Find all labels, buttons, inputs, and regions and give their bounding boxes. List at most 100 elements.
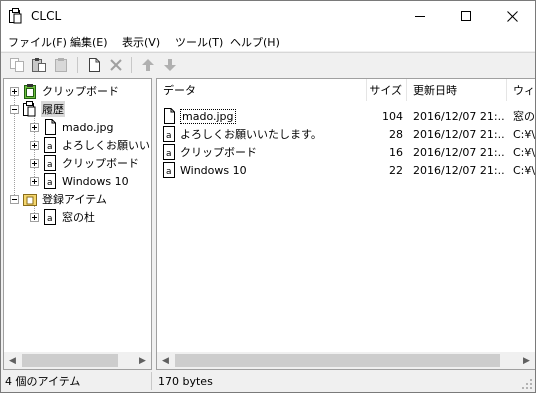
list-cell-window: C:¥\	[513, 145, 535, 159]
tree-node-history-item[interactable]: mado.jpg	[30, 118, 115, 136]
svg-text:a: a	[47, 178, 53, 188]
list-cell-date: 2016/12/07 21:...	[413, 163, 505, 177]
list-cell-size: 28	[389, 127, 403, 141]
minimize-button[interactable]	[397, 1, 443, 31]
text-file-icon: a	[163, 162, 175, 178]
move-down-button[interactable]	[161, 56, 179, 74]
status-bar: 4 個のアイテム 170 bytes	[1, 370, 535, 392]
maximize-button[interactable]	[443, 1, 489, 31]
tree-label-history: 履歴	[41, 101, 65, 117]
paste-button[interactable]	[30, 56, 48, 74]
menu-file[interactable]: ファイル(F)	[8, 34, 67, 50]
clipboard-icon	[24, 84, 36, 99]
list-horizontal-scrollbar[interactable]: ◀ ▶	[157, 352, 535, 369]
copy-button[interactable]	[8, 56, 26, 74]
tree-label-registered: 登録アイテム	[42, 193, 107, 206]
app-window: CLCL ファイル(F) 編集(E) 表示(V) ツール(T) ヘルプ(H) ク…	[0, 0, 536, 393]
tree-node-clipboard[interactable]: クリップボード	[10, 82, 120, 100]
toolbar-separator	[77, 57, 78, 73]
list-row[interactable]: mado.jpg 104 2016/12/07 21:... 窓の	[157, 107, 535, 125]
list-cell-name: Windows 10	[180, 163, 247, 177]
menu-help[interactable]: ヘルプ(H)	[230, 34, 280, 50]
expand-icon[interactable]	[30, 140, 39, 150]
list-cell-window: 窓の	[513, 110, 535, 123]
clipboard-icon	[55, 58, 67, 72]
scroll-left-icon[interactable]: ◀	[4, 352, 21, 369]
column-header-data[interactable]: データ	[157, 79, 367, 101]
move-up-button[interactable]	[139, 56, 157, 74]
tree-label-clipboard: クリップボード	[42, 85, 119, 98]
history-icon	[23, 101, 36, 117]
menu-view[interactable]: 表示(V)	[122, 34, 160, 50]
column-header-window[interactable]: ウィン	[507, 79, 535, 101]
new-button[interactable]	[85, 56, 103, 74]
text-file-icon: a	[163, 144, 175, 160]
tree-node-registered[interactable]: 登録アイテム	[10, 190, 108, 208]
expand-icon[interactable]	[30, 122, 39, 132]
paste-icon	[32, 58, 46, 72]
list-cell-date: 2016/12/07 21:...	[413, 109, 505, 123]
delete-button[interactable]	[107, 56, 125, 74]
tree-node-registered-item[interactable]: a 窓の杜	[30, 208, 96, 226]
resize-grip-icon[interactable]	[521, 378, 533, 390]
tree-horizontal-scrollbar[interactable]: ◀ ▶	[4, 352, 151, 369]
expand-icon[interactable]	[10, 86, 19, 96]
tree-node-history-item[interactable]: a クリップボード	[30, 154, 140, 172]
status-item-count: 4 個のアイテム	[5, 375, 81, 388]
close-button[interactable]	[489, 1, 535, 31]
svg-text:a: a	[47, 214, 53, 224]
collapse-icon[interactable]	[10, 104, 19, 114]
scrollbar-thumb[interactable]	[175, 354, 500, 367]
file-icon	[164, 108, 175, 124]
scroll-right-icon[interactable]: ▶	[518, 352, 535, 369]
up-arrow-icon	[142, 59, 154, 71]
list-cell-name: mado.jpg	[180, 108, 236, 124]
list-row[interactable]: a Windows 10 22 2016/12/07 21:... C:¥\	[157, 161, 535, 179]
tree-node-history-item[interactable]: a よろしくお願いいた	[30, 136, 152, 154]
collapse-icon[interactable]	[10, 194, 19, 204]
expand-icon[interactable]	[30, 158, 39, 168]
status-total-size: 170 bytes	[158, 374, 213, 388]
menu-tools[interactable]: ツール(T)	[175, 34, 223, 50]
text-file-icon: a	[44, 209, 56, 225]
list-cell-size: 104	[382, 109, 403, 123]
list-cell-name: よろしくお願いいたします。	[180, 128, 322, 141]
folder-tree[interactable]: クリップボード 履歴 mado.jpg a よろしくお願いいた a クリップボー…	[3, 78, 152, 370]
svg-text:a: a	[47, 142, 53, 152]
new-icon	[89, 58, 100, 72]
list-cell-size: 22	[389, 163, 403, 177]
scrollbar-thumb[interactable]	[22, 354, 118, 367]
expand-icon[interactable]	[30, 176, 39, 186]
text-file-icon: a	[44, 173, 56, 189]
expand-icon[interactable]	[30, 212, 39, 222]
tree-label-registered-item: 窓の杜	[62, 211, 95, 224]
toolbar-separator	[131, 57, 132, 73]
item-list[interactable]: データ サイズ 更新日時 ウィン mado.jpg 104 2016/12/07…	[156, 78, 535, 370]
folder-icon	[23, 194, 37, 206]
tree-label-history-item: よろしくお願いいた	[62, 139, 152, 152]
status-separator	[151, 372, 152, 390]
column-header-date[interactable]: 更新日時	[407, 79, 507, 101]
list-cell-name: クリップボード	[180, 146, 257, 159]
list-row[interactable]: a クリップボード 16 2016/12/07 21:... C:¥\	[157, 143, 535, 161]
scroll-right-icon[interactable]: ▶	[134, 352, 151, 369]
copy-icon	[10, 58, 24, 72]
svg-text:a: a	[166, 149, 172, 159]
tree-node-history-item[interactable]: a Windows 10	[30, 172, 130, 190]
menu-edit[interactable]: 編集(E)	[70, 34, 108, 50]
list-cell-window: C:¥\	[513, 127, 535, 141]
tree-node-history[interactable]: 履歴	[10, 100, 65, 118]
menu-bar: ファイル(F) 編集(E) 表示(V) ツール(T) ヘルプ(H)	[1, 31, 535, 51]
clcl-app-icon	[9, 8, 22, 24]
list-cell-window: C:¥\	[513, 163, 535, 177]
clipboard-button[interactable]	[52, 56, 70, 74]
column-header-size[interactable]: サイズ	[367, 79, 407, 101]
tree-label-history-item: Windows 10	[62, 174, 129, 188]
window-title: CLCL	[31, 9, 62, 23]
text-file-icon: a	[44, 137, 56, 153]
tree-label-history-item: mado.jpg	[62, 120, 114, 134]
list-cell-date: 2016/12/07 21:...	[413, 145, 505, 159]
scroll-left-icon[interactable]: ◀	[157, 352, 174, 369]
list-row[interactable]: a よろしくお願いいたします。 28 2016/12/07 21:... C:¥…	[157, 125, 535, 143]
minimize-icon	[414, 15, 425, 17]
